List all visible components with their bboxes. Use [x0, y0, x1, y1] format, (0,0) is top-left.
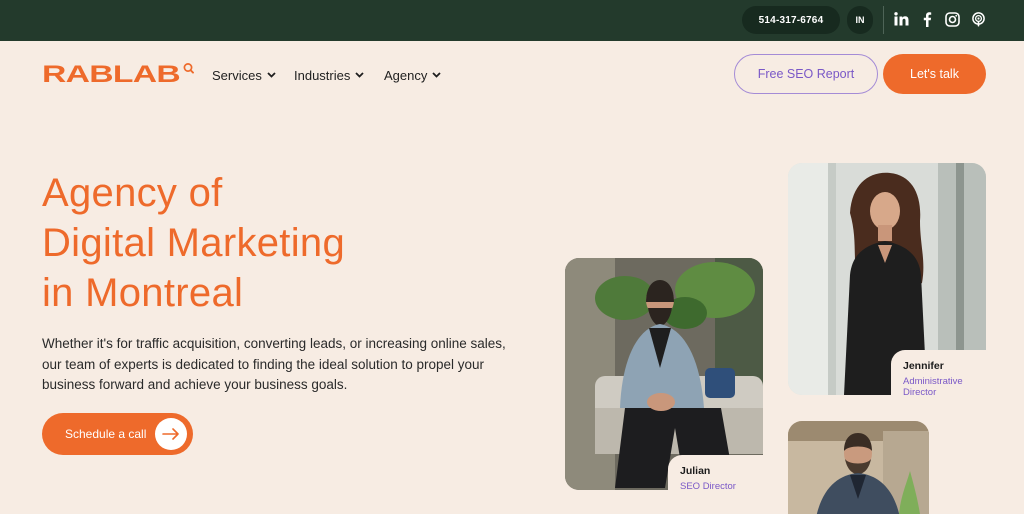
lets-talk-button[interactable]: Let's talk — [883, 54, 986, 94]
chevron-down-icon — [355, 72, 365, 78]
julian-card: Julian SEO Director — [668, 455, 763, 492]
chevron-down-icon — [267, 72, 276, 78]
person-name: Jennifer — [903, 360, 944, 372]
nav-services[interactable]: Services — [212, 66, 276, 84]
schedule-call-button[interactable]: Schedule a call — [42, 413, 193, 455]
instagram-icon[interactable] — [943, 10, 961, 28]
person-name: Julian — [680, 465, 711, 477]
hero-title: Agency of Digital Marketing in Montreal — [42, 168, 472, 318]
chevron-down-icon — [432, 72, 442, 78]
free-seo-report-button[interactable]: Free SEO Report — [734, 54, 878, 94]
hero-description: Whether it's for traffic acquisition, co… — [42, 336, 506, 392]
nav-agency[interactable]: Agency — [384, 66, 442, 84]
person-role: SEO Director — [680, 481, 736, 492]
person-role: Administrative Director — [903, 376, 963, 398]
rablab-logo[interactable]: RABLAB — [42, 60, 194, 90]
linkedin-icon[interactable] — [892, 10, 910, 28]
facebook-icon[interactable] — [918, 10, 936, 28]
top-bar: 514-317-6764 IN — [0, 0, 1024, 41]
nav-services-label: Services — [212, 67, 262, 83]
schedule-call-label: Schedule a call — [65, 427, 147, 441]
jennifer-card: Jennifer Administrative Director — [891, 350, 986, 398]
hero-title-line: Agency of — [42, 171, 223, 215]
language-switch[interactable]: IN — [847, 6, 873, 34]
nav-industries-label: Industries — [294, 67, 351, 83]
phone-button[interactable]: 514-317-6764 — [742, 6, 840, 34]
nav-agency-label: Agency — [384, 67, 428, 83]
arrow-right-icon — [155, 418, 187, 450]
nav-industries[interactable]: Industries — [294, 66, 365, 84]
hero-title-line: in Montreal — [42, 271, 244, 315]
hero-title-line: Digital Marketing — [42, 221, 345, 265]
divider — [883, 6, 884, 34]
svg-text:RABLAB: RABLAB — [42, 61, 180, 88]
podcast-icon[interactable] — [969, 10, 987, 28]
team-member-photo — [788, 421, 929, 514]
